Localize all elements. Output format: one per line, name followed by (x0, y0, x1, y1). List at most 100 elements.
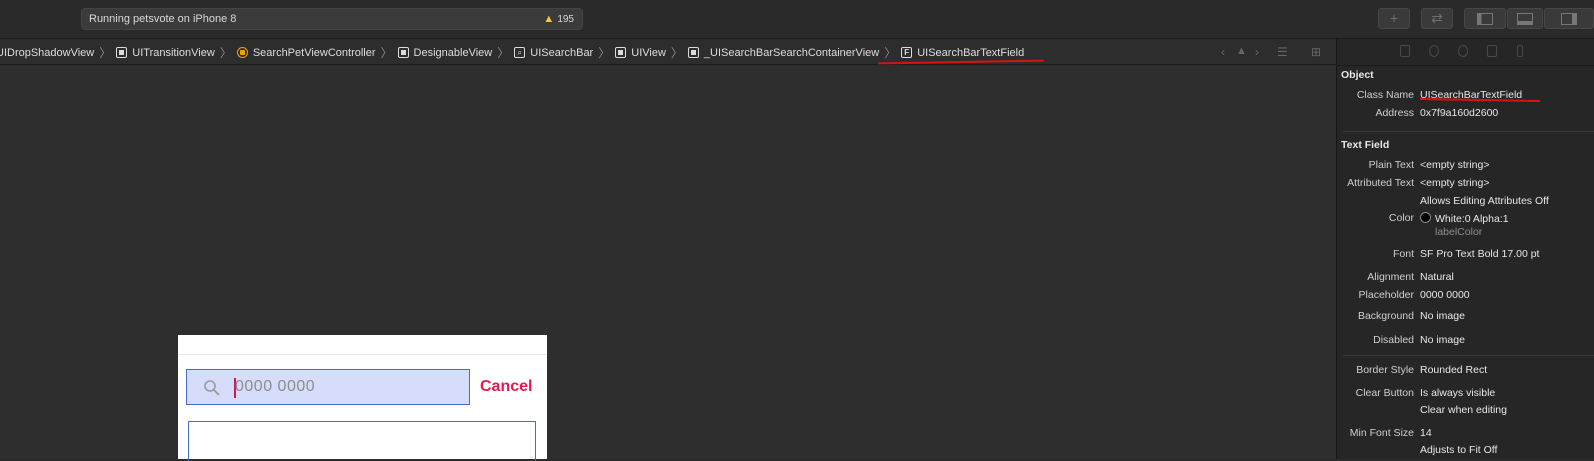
results-list[interactable] (188, 421, 536, 461)
file-inspector-icon[interactable] (1400, 45, 1410, 57)
view-icon (615, 47, 627, 58)
chevron-right-icon: 〉 (219, 46, 232, 60)
add-editor-icon[interactable]: ⊞ (1311, 45, 1321, 59)
color-label: Color (1388, 212, 1414, 224)
background-label: Background (1357, 310, 1414, 322)
attributed-text-value[interactable]: <empty string> (1420, 177, 1489, 189)
crumb-label: UISearchBarTextField (917, 46, 1025, 59)
crumb-uitransitionview[interactable]: UITransitionView (116, 47, 215, 59)
crumb-designableview[interactable]: DesignableView (397, 46, 493, 59)
border-style-value[interactable]: Rounded Rect (1420, 364, 1487, 376)
search-placeholder: 0000 0000 (235, 378, 316, 395)
crumb-uiview[interactable]: UIView (615, 47, 666, 59)
identity-inspector-icon[interactable] (1487, 45, 1497, 57)
size-inspector-icon[interactable] (1517, 45, 1523, 57)
bottom-panel-icon (1517, 13, 1533, 25)
adjusts-to-fit-value[interactable]: Adjusts to Fit Off (1420, 444, 1497, 456)
crumb-label: UIDropShadowView (0, 46, 95, 59)
background-value[interactable]: No image (1420, 310, 1465, 322)
cancel-button[interactable]: Cancel (480, 378, 532, 396)
help-inspector-icon[interactable] (1429, 45, 1439, 57)
warning-icon: ▲ (543, 13, 555, 25)
object-inspector: Object Class Name UISearchBarTextField A… (1336, 39, 1594, 459)
issue-warning-icon[interactable]: ▲ (1236, 45, 1247, 57)
code-review-button[interactable]: ⇄ (1421, 8, 1453, 29)
allows-editing-value[interactable]: Allows Editing Attributes Off (1420, 195, 1549, 207)
run-status-text: Running petsvote on iPhone 8 (89, 13, 237, 25)
min-font-size-value[interactable]: 14 (1420, 427, 1432, 439)
plain-text-value[interactable]: <empty string> (1420, 159, 1489, 171)
color-sub-value: labelColor (1435, 226, 1483, 238)
chevron-right-icon: 〉 (884, 46, 897, 60)
search-bar-icon: ⌕ (514, 47, 526, 58)
chevron-right-icon: 〉 (497, 46, 510, 60)
font-value[interactable]: SF Pro Text Bold 17.00 pt (1420, 248, 1539, 260)
chevron-right-icon[interactable]: › (1255, 45, 1259, 59)
section-object-header: Object (1341, 69, 1374, 81)
disabled-value[interactable]: No image (1420, 334, 1465, 346)
view-icon (687, 47, 699, 58)
crumb-label: DesignableView (413, 46, 493, 59)
chevron-right-icon: 〉 (670, 46, 683, 60)
clear-when-editing-value[interactable]: Clear when editing (1420, 404, 1507, 416)
right-panel-icon (1561, 13, 1577, 25)
plain-text-label: Plain Text (1368, 159, 1414, 171)
clear-button-value[interactable]: Is always visible (1420, 387, 1495, 399)
section-text-field-header: Text Field (1341, 139, 1390, 151)
section-divider (1343, 131, 1594, 132)
attributed-text-label: Attributed Text (1347, 177, 1414, 189)
crumb-label: SearchPetViewController (252, 46, 376, 59)
warning-count: 195 (557, 14, 574, 25)
text-field-icon: F (901, 47, 913, 58)
crumb-uisearchbartextfield[interactable]: F UISearchBarTextField (901, 47, 1024, 59)
color-value-container[interactable]: White:0 Alpha:1 (1420, 212, 1509, 225)
toggle-debug-area-button[interactable] (1507, 8, 1543, 29)
crumb-searchpetviewcontroller[interactable]: SearchPetViewController (236, 46, 376, 59)
window-toolbar: Running petsvote on iPhone 8 ▲ 195 + ⇄ (0, 0, 1594, 39)
left-panel-icon (1477, 13, 1493, 25)
jump-bar: UIDropShadowView 〉 UITransitionView 〉 Se… (0, 39, 1336, 65)
font-label: Font (1392, 248, 1414, 260)
crumb-uidropshadowview[interactable]: UIDropShadowView (0, 47, 94, 59)
view-controller-icon (236, 47, 248, 58)
placeholder-label: Placeholder (1358, 289, 1414, 301)
chevron-right-icon: 〉 (598, 46, 611, 60)
warning-indicator[interactable]: ▲ 195 (543, 13, 574, 25)
navigation-area (178, 335, 547, 355)
address-value[interactable]: 0x7f9a160d2600 (1420, 107, 1498, 119)
color-swatch-icon (1420, 212, 1431, 223)
class-name-label: Class Name (1356, 89, 1414, 101)
inspector-tabs (1337, 39, 1594, 66)
chevron-left-icon[interactable]: ‹ (1221, 45, 1225, 59)
crumb-uisearchbar[interactable]: ⌕ UISearchBar (514, 47, 593, 59)
disabled-label: Disabled (1373, 334, 1414, 346)
crumb-label: UITransitionView (132, 46, 215, 59)
swap-icon: ⇄ (1431, 10, 1443, 26)
search-icon (204, 380, 220, 396)
section-divider (1343, 355, 1594, 356)
breadcrumb: UIDropShadowView 〉 UITransitionView 〉 Se… (0, 44, 1024, 61)
crumb-label: UIView (631, 46, 666, 59)
search-text-field[interactable]: 0000 0000 (186, 369, 470, 405)
view-icon (397, 47, 409, 58)
alignment-value[interactable]: Natural (1420, 271, 1454, 283)
color-value: White:0 Alpha:1 (1435, 213, 1509, 225)
address-label: Address (1375, 107, 1414, 119)
border-style-label: Border Style (1356, 364, 1414, 376)
toggle-navigator-button[interactable] (1464, 8, 1506, 29)
min-font-size-label: Min Font Size (1349, 427, 1414, 439)
placeholder-value[interactable]: 0000 0000 (1420, 289, 1470, 301)
crumb-label: _UISearchBarSearchContainerView (703, 46, 880, 59)
history-inspector-icon[interactable] (1458, 45, 1468, 57)
crumb-label: UISearchBar (530, 46, 594, 59)
alignment-label: Alignment (1367, 271, 1414, 283)
clear-button-label: Clear Button (1355, 387, 1414, 399)
activity-status-bar[interactable]: Running petsvote on iPhone 8 ▲ 195 (81, 8, 583, 30)
add-button[interactable]: + (1378, 8, 1410, 29)
chevron-right-icon: 〉 (380, 46, 393, 60)
phone-screen-preview[interactable]: 0000 0000 Cancel (178, 335, 547, 461)
toggle-inspector-button[interactable] (1544, 8, 1594, 29)
lines-icon[interactable]: ☰ (1277, 45, 1288, 59)
add-icon: + (1389, 10, 1399, 26)
crumb-searchcontainerview[interactable]: _UISearchBarSearchContainerView (687, 46, 880, 59)
